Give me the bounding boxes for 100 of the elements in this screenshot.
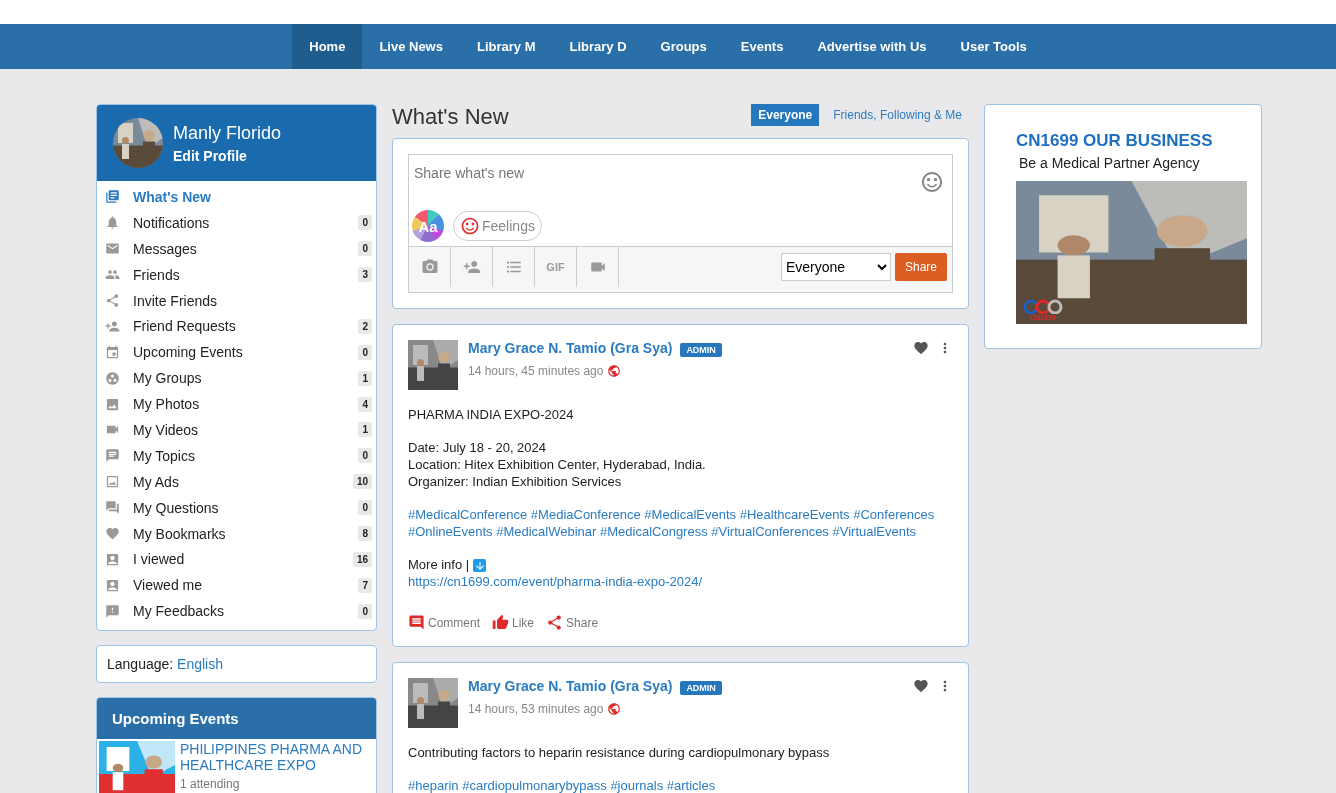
count-badge: 0 [358,344,372,360]
nav-item[interactable]: Library M [459,24,553,69]
ad-subtitle: Be a Medical Partner Agency [1019,155,1201,171]
post-time: 14 hours, 45 minutes ago [468,364,604,378]
comment-link[interactable]: Comment [408,614,480,631]
menu-item[interactable]: My Groups 1 [97,365,376,392]
share-link[interactable]: Share [546,614,599,631]
language-link[interactable]: English [177,656,223,673]
language-label: Language: [107,656,174,673]
nav-item[interactable]: Library D [552,24,644,69]
share-icon [105,293,120,308]
menu-item[interactable]: My Topics 0 [97,442,376,469]
calendar-icon [105,344,120,360]
hashtag-link[interactable]: #heparin [408,778,459,793]
like-link[interactable]: Like [492,614,535,631]
person-card-icon [105,551,120,567]
menu-item[interactable]: My Videos 1 [97,417,376,443]
hashtag-link[interactable]: #VirtualEvents [832,524,917,539]
share-button[interactable]: Share [894,253,947,281]
menu-item[interactable]: Invite Friends [97,287,376,314]
menu-label: My Photos [133,396,201,413]
heart-icon [105,526,120,541]
menu-item[interactable]: What's New [97,184,376,210]
nav-item[interactable]: Home [292,24,363,69]
menu-label: My Bookmarks [133,525,227,542]
menu-label: What's New [133,188,212,205]
bell-icon [105,215,120,231]
gif-button[interactable]: GIF [535,247,577,287]
nav-item[interactable]: Live News [362,24,460,69]
download-icon [473,559,487,573]
envelope-icon [105,241,120,257]
articles-icon [105,189,120,205]
person-card-icon [105,577,120,593]
smiley-icon [460,216,480,236]
hashtag-link[interactable]: #articles [666,778,716,793]
post-composer[interactable]: Share what's new Aa Feelings GIF Everyone Share [408,154,953,293]
menu-item[interactable]: Friend Requests 2 [97,313,376,340]
privacy-select[interactable]: Everyone [780,253,891,281]
attending-text: 1 attending [180,777,241,792]
post-text: Date: July 18 - 20, 2024 [408,439,548,456]
nav-item[interactable]: Groups [643,24,724,69]
menu-item[interactable]: My Questions 0 [97,494,376,521]
chat-icon [105,448,120,464]
count-badge: 2 [358,318,372,334]
menu-item[interactable]: Notifications 0 [97,209,376,236]
hashtag-link[interactable]: #HealthcareEvents [739,507,850,522]
menu-item[interactable]: My Bookmarks 8 [97,520,376,547]
hashtag-link[interactable]: #MedicalWebinar [496,524,597,539]
post-text: PHARMA INDIA EXPO-2024 [408,406,575,423]
nav-item[interactable]: User Tools [943,24,1044,69]
hashtag-link[interactable]: #MedicalCongress [600,524,708,539]
chat-icon [105,500,120,516]
nav-item[interactable]: Advertise with Us [800,24,944,69]
hashtag-link[interactable]: #cardiopulmonarybypass [462,778,607,793]
menu-item[interactable]: My Feedbacks 0 [97,598,376,625]
hashtag-link[interactable]: #MedicalConference [408,507,528,522]
menu-label: Notifications [133,214,211,231]
profile-avatar[interactable] [113,118,163,168]
person-add-icon [462,258,481,276]
ad-headline: CN1699 OUR BUSINESS [1016,131,1214,151]
menu-item[interactable]: My Photos 4 [97,391,376,417]
menu-label: My Ads [133,473,180,490]
count-badge: 1 [358,422,372,438]
image-icon [105,474,120,490]
smiley-icon[interactable] [920,170,944,194]
menu-label: Friend Requests [133,318,237,335]
nav-item[interactable]: Events [723,24,801,69]
thumbs-up-icon [492,614,509,631]
count-badge: 3 [358,267,372,283]
event-title-link[interactable]: PHILIPPINES PHARMA AND HEALTHCARE EXPO [180,741,374,774]
feelings-button[interactable]: Feelings [453,211,542,241]
author-link[interactable]: Mary Grace N. Tamio (Gra Sya) [468,678,673,694]
font-button[interactable]: Aa [412,210,444,242]
profile-name: Manly Florido [173,122,282,144]
count-badge: 16 [352,551,372,567]
author-link[interactable]: Mary Grace N. Tamio (Gra Sya) [468,340,673,356]
menu-item[interactable]: I viewed 16 [97,546,376,573]
edit-profile-link[interactable]: Edit Profile [173,147,282,164]
post-text: Contributing factors to heparin resistance during cardiopulmonary bypass [408,744,831,761]
image-icon [105,396,120,412]
event-url-link[interactable]: https://cn1699.com/event/pharma-india-expo-2024/ [408,573,703,590]
hashtag-link[interactable]: #MediaConference [530,507,641,522]
menu-label: Invite Friends [133,292,219,309]
post-text: Organizer: Indian Exhibition Services [408,473,623,490]
menu-label: I viewed [133,551,186,568]
filter-tab[interactable]: Friends, Following & Me [826,104,969,126]
hashtag-link[interactable]: #MedicalEvents [644,507,737,522]
menu-item[interactable]: Viewed me 7 [97,572,376,599]
hashtag-link[interactable]: #journals [610,778,664,793]
hashtag-link[interactable]: #Conferences [853,507,935,522]
globe-icon [607,702,622,717]
hashtag-link[interactable]: #OnlineEvents [408,524,493,539]
filter-tab[interactable]: Everyone [751,104,820,126]
menu-item[interactable]: Friends 3 [97,261,376,288]
menu-item[interactable]: Messages 0 [97,235,376,262]
count-badge: 0 [358,603,372,619]
menu-item[interactable]: Upcoming Events 0 [97,339,376,366]
hashtag-link[interactable]: #VirtualConferences [711,524,829,539]
count-badge: 4 [358,396,372,412]
menu-item[interactable]: My Ads 10 [97,468,376,495]
